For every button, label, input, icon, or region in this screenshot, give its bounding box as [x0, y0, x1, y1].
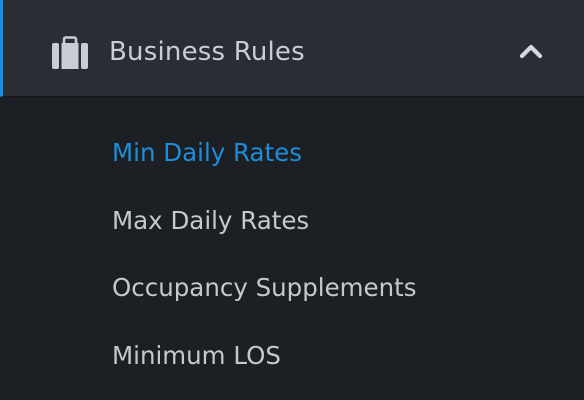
briefcase-icon [51, 36, 89, 70]
submenu-item-minimum-los[interactable]: Minimum LOS [112, 340, 281, 372]
sidebar-menu: Business Rules Min Daily Rates Max Daily… [0, 0, 584, 400]
business-rules-label: Business Rules [109, 37, 305, 67]
chevron-up-icon[interactable] [518, 42, 544, 60]
business-rules-group-header[interactable]: Business Rules [0, 0, 584, 97]
submenu-item-min-daily-rates[interactable]: Min Daily Rates [112, 137, 302, 169]
business-rules-submenu: Min Daily Rates Max Daily Rates Occupanc… [0, 97, 584, 400]
submenu-item-max-daily-rates[interactable]: Max Daily Rates [112, 205, 309, 237]
submenu-item-occupancy-supplements[interactable]: Occupancy Supplements [112, 272, 417, 304]
